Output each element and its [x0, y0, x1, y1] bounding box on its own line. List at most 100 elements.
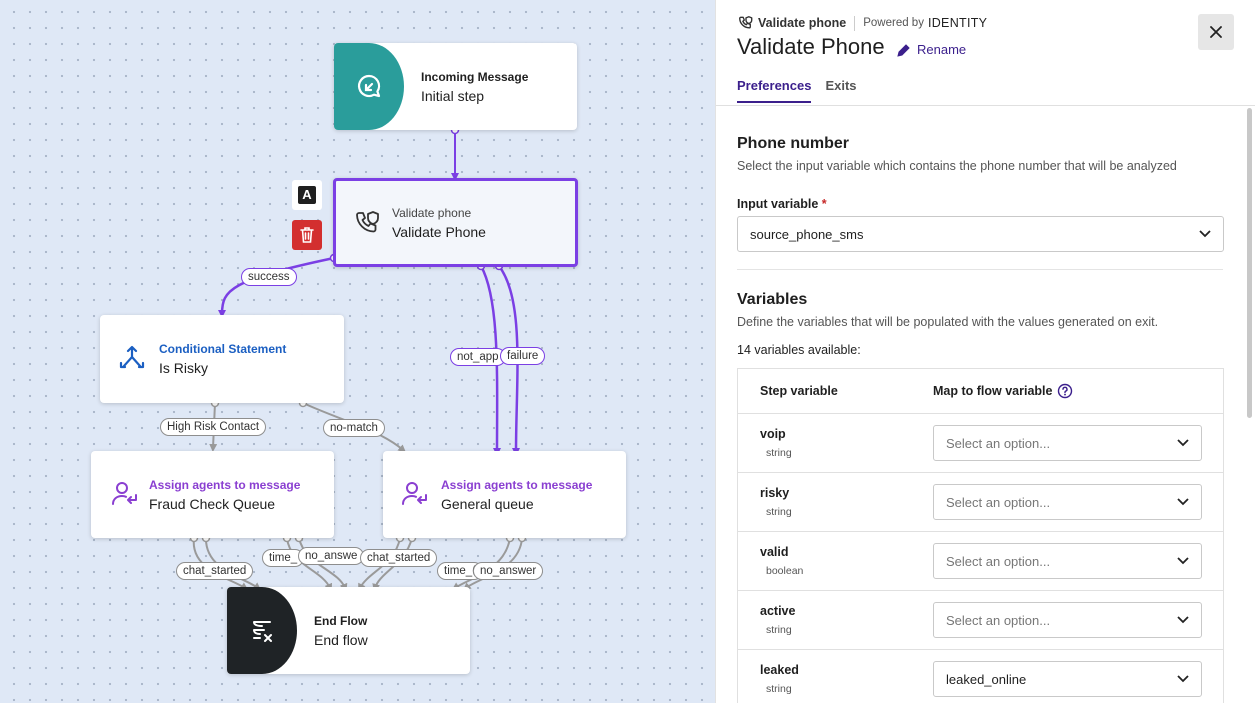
col-step-variable: Step variable — [760, 384, 838, 398]
variables-section-desc: Define the variables that will be popula… — [737, 315, 1159, 329]
panel-body[interactable]: Phone number Select the input variable w… — [716, 106, 1255, 703]
map-variable-select[interactable]: Select an option... — [933, 602, 1202, 638]
map-variable-select[interactable]: Select an option... — [933, 543, 1202, 579]
table-row: active string Select an option... — [738, 591, 1223, 650]
map-variable-select[interactable]: Select an option... — [933, 484, 1202, 520]
variable-name: valid — [760, 545, 789, 559]
table-row: risky string Select an option... — [738, 473, 1223, 532]
chevron-down-icon — [1199, 230, 1211, 238]
chevron-down-icon — [1177, 439, 1189, 447]
variable-name: risky — [760, 486, 790, 500]
assign-agent-icon — [401, 480, 429, 513]
node-name: Initial step — [421, 87, 485, 104]
select-placeholder: Select an option... — [946, 435, 1051, 451]
node-name: End flow — [314, 631, 368, 648]
edge-success — [218, 256, 335, 318]
variable-type: boolean — [766, 565, 804, 577]
chevron-down-icon — [1177, 498, 1189, 506]
flow-canvas[interactable]: Incoming Message Initial step A Validate… — [0, 0, 715, 703]
variable-type: string — [766, 447, 792, 459]
page-title: Validate Phone — [737, 34, 885, 59]
breadcrumb: Validate phone Powered by IDENTITY — [738, 15, 987, 31]
close-button[interactable] — [1198, 14, 1234, 50]
select-placeholder: Select an option... — [946, 553, 1051, 569]
map-variable-select[interactable]: leaked_online — [933, 661, 1202, 697]
table-row: valid boolean Select an option... — [738, 532, 1223, 591]
node-validate-phone[interactable]: Validate phone Validate Phone — [333, 178, 578, 267]
node-name: Is Risky — [159, 360, 208, 376]
node-name: Validate Phone — [392, 223, 486, 240]
required-mark: * — [821, 197, 827, 211]
table-row: leaked string leaked_online — [738, 650, 1223, 703]
step-settings-panel: Validate phone Powered by IDENTITY Valid… — [715, 0, 1255, 703]
variable-name: active — [760, 604, 796, 618]
map-variable-select[interactable]: Select an option... — [933, 425, 1202, 461]
edge-label-chat-started[interactable]: chat_started — [360, 549, 438, 567]
select-placeholder: Select an option... — [946, 612, 1051, 628]
pencil-icon — [897, 43, 910, 57]
node-type: Validate phone — [392, 205, 472, 220]
assign-agent-icon — [111, 480, 139, 513]
delete-button[interactable] — [292, 220, 322, 250]
input-variable-select[interactable]: source_phone_sms — [737, 216, 1224, 252]
incoming-message-icon — [334, 43, 404, 130]
label-icon: A — [298, 186, 316, 204]
node-conditional-statement[interactable]: Conditional Statement Is Risky — [100, 315, 344, 403]
chevron-down-icon — [1177, 675, 1189, 683]
trash-icon — [300, 227, 314, 243]
brand-logo: IDENTITY — [927, 16, 988, 30]
node-type: Conditional Statement — [159, 342, 287, 356]
edge-label-no-answer[interactable]: no_answe — [298, 547, 365, 565]
phone-section-desc: Select the input variable which contains… — [737, 159, 1177, 173]
table-header: Step variable Map to flow variable — [738, 369, 1223, 414]
variables-count: 14 variables available: — [737, 343, 861, 357]
node-end-flow[interactable]: End Flow End flow — [227, 587, 470, 674]
select-placeholder: Select an option... — [946, 494, 1051, 510]
input-variable-label: Input variable * — [737, 197, 827, 211]
section-divider — [737, 269, 1223, 270]
edge-label-no-match[interactable]: no-match — [323, 419, 385, 437]
edge-label-failure[interactable]: failure — [500, 347, 546, 365]
node-fraud-check-queue[interactable]: Assign agents to message Fraud Check Que… — [91, 451, 334, 538]
node-name: General queue — [441, 495, 534, 512]
help-icon[interactable] — [1057, 383, 1073, 399]
variable-type: string — [766, 506, 792, 518]
node-incoming-message[interactable]: Incoming Message Initial step — [334, 43, 577, 130]
rename-button[interactable]: Rename — [897, 42, 966, 57]
chevron-down-icon — [1177, 616, 1189, 624]
panel-tabs: Preferences Exits — [737, 78, 871, 103]
end-flow-icon — [227, 587, 297, 674]
variables-table: Step variable Map to flow variable voip … — [737, 368, 1224, 703]
node-type: End Flow — [314, 613, 368, 628]
node-general-queue[interactable]: Assign agents to message General queue — [383, 451, 626, 538]
variable-type: string — [766, 683, 792, 695]
powered-by-label: Powered by — [863, 17, 924, 29]
chevron-down-icon — [1177, 557, 1189, 565]
edge-label-chat-started[interactable]: chat_started — [176, 562, 254, 580]
phone-shield-icon — [354, 209, 382, 242]
label-button[interactable]: A — [292, 180, 322, 210]
tab-exits[interactable]: Exits — [825, 78, 856, 103]
panel-header: Validate phone Powered by IDENTITY Valid… — [716, 0, 1255, 106]
rename-label: Rename — [917, 42, 967, 57]
edge-label-no-answer[interactable]: no_answer — [473, 562, 544, 580]
breadcrumb-divider — [854, 15, 856, 31]
variables-section-title: Variables — [737, 291, 808, 308]
node-type: Assign agents to message — [441, 477, 593, 492]
edge-label-high-risk[interactable]: High Risk Contact — [160, 418, 267, 436]
node-type: Incoming Message — [421, 69, 529, 84]
edge-label-not-app[interactable]: not_app — [450, 348, 506, 366]
branch-icon — [118, 345, 146, 378]
breadcrumb-step: Validate phone — [758, 16, 847, 30]
variable-type: string — [766, 624, 792, 636]
tab-preferences[interactable]: Preferences — [737, 78, 812, 103]
panel-scrollbar[interactable] — [1247, 108, 1252, 418]
col-map-flow-variable: Map to flow variable — [933, 384, 1053, 398]
input-variable-value: source_phone_sms — [750, 226, 864, 242]
variable-name: voip — [760, 427, 786, 441]
flow-editor: Incoming Message Initial step A Validate… — [0, 0, 1255, 703]
edge-label-success[interactable]: success — [241, 268, 297, 286]
table-row: voip string Select an option... — [738, 414, 1223, 473]
select-value: leaked_online — [946, 671, 1027, 687]
node-name: Fraud Check Queue — [149, 495, 276, 512]
